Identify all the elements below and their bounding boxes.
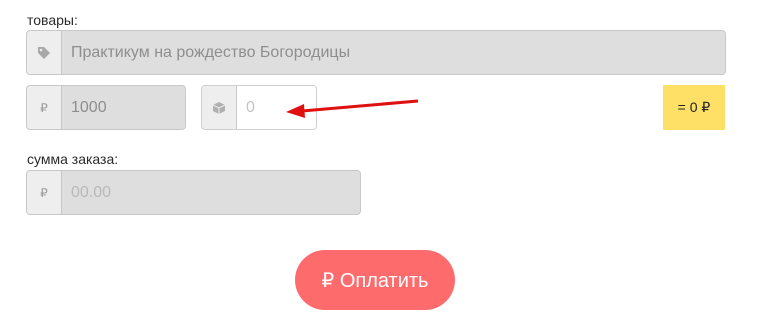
order-sum-field[interactable]: ₽ 00.00 <box>26 170 361 215</box>
price-input[interactable]: 1000 <box>62 86 185 129</box>
ruble-icon: ₽ <box>27 171 62 214</box>
price-field[interactable]: ₽ 1000 <box>26 85 186 130</box>
red-arrow-annotation <box>286 99 419 118</box>
pay-button[interactable]: ₽ Оплатить <box>295 250 455 310</box>
goods-label: товары: <box>27 12 78 28</box>
order-sum-label: сумма заказа: <box>27 151 119 167</box>
ruble-icon: ₽ <box>27 86 62 129</box>
product-field[interactable]: Практикум на рождество Богородицы <box>26 30 726 75</box>
product-name-input[interactable]: Практикум на рождество Богородицы <box>62 31 725 74</box>
tag-icon <box>27 31 62 74</box>
box-icon <box>202 86 237 129</box>
order-total-badge: = 0 ₽ <box>663 85 725 130</box>
order-sum-input[interactable]: 00.00 <box>62 171 360 214</box>
